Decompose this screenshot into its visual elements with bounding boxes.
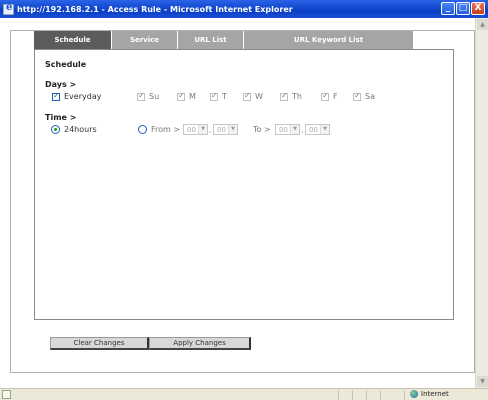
minimize-button[interactable]: _ xyxy=(441,2,455,15)
time-label: Time > xyxy=(45,113,77,122)
tab-service[interactable]: Service xyxy=(112,31,178,49)
status-divider xyxy=(338,390,339,400)
from-minute-value: 00 xyxy=(217,125,226,134)
to-minute-select[interactable]: 00 ▼ xyxy=(305,124,330,135)
maximize-button[interactable]: □ xyxy=(456,2,470,15)
ie-icon xyxy=(3,2,14,15)
label-tuesday: T xyxy=(222,92,227,101)
vertical-scrollbar[interactable]: ▲ ▼ xyxy=(475,18,488,388)
to-minute-value: 00 xyxy=(309,125,318,134)
tab-url-list[interactable]: URL List xyxy=(178,31,244,49)
label-saturday: Sa xyxy=(365,92,375,101)
checkbox-everyday[interactable] xyxy=(52,91,60,101)
chevron-down-icon: ▼ xyxy=(290,125,299,134)
label-to: To > xyxy=(253,125,271,134)
status-divider xyxy=(404,390,405,400)
label-monday: M xyxy=(189,92,196,101)
checkbox-saturday[interactable] xyxy=(353,91,361,101)
radio-24hours[interactable] xyxy=(51,125,60,134)
radio-from[interactable] xyxy=(138,125,147,134)
label-thursday: Th xyxy=(292,92,302,101)
from-separator: , xyxy=(209,125,212,134)
close-button[interactable]: X xyxy=(471,2,485,15)
window-titlebar[interactable]: http://192.168.2.1 - Access Rule - Micro… xyxy=(0,0,488,18)
label-everyday: Everyday xyxy=(64,92,102,101)
checkbox-thursday[interactable] xyxy=(280,91,288,101)
label-24hours: 24hours xyxy=(64,125,97,134)
scroll-down-icon[interactable]: ▼ xyxy=(477,376,488,387)
window-controls: _ □ X xyxy=(441,2,485,15)
status-divider xyxy=(380,390,381,400)
to-separator: , xyxy=(301,125,304,134)
status-divider xyxy=(366,390,367,400)
label-wednesday: W xyxy=(255,92,263,101)
globe-icon xyxy=(410,390,418,398)
checkbox-monday[interactable] xyxy=(177,91,185,101)
tab-url-keyword-list[interactable]: URL Keyword List xyxy=(244,31,414,49)
chevron-down-icon: ▼ xyxy=(198,125,207,134)
label-friday: F xyxy=(333,92,338,101)
scroll-up-icon[interactable]: ▲ xyxy=(477,19,488,30)
checkbox-friday[interactable] xyxy=(321,91,329,101)
clear-changes-button[interactable]: Clear Changes xyxy=(50,337,149,350)
status-bar: Internet xyxy=(0,388,488,400)
to-hour-value: 00 xyxy=(279,125,288,134)
to-hour-select[interactable]: 00 ▼ xyxy=(275,124,300,135)
checkbox-sunday[interactable] xyxy=(137,91,145,101)
tab-bar: Schedule Service URL List URL Keyword Li… xyxy=(34,31,414,49)
schedule-panel: Schedule Days > Everyday Su M T W Th F S… xyxy=(34,49,454,320)
section-title: Schedule xyxy=(45,60,87,69)
from-minute-select[interactable]: 00 ▼ xyxy=(213,124,238,135)
tab-schedule[interactable]: Schedule xyxy=(34,31,112,49)
chevron-down-icon: ▼ xyxy=(228,125,237,134)
apply-changes-button[interactable]: Apply Changes xyxy=(149,337,251,350)
from-hour-select[interactable]: 00 ▼ xyxy=(183,124,208,135)
days-label: Days > xyxy=(45,80,77,89)
checkbox-tuesday[interactable] xyxy=(210,91,218,101)
window-title: http://192.168.2.1 - Access Rule - Micro… xyxy=(17,4,293,14)
chevron-down-icon: ▼ xyxy=(320,125,329,134)
page-icon xyxy=(2,390,11,399)
checkbox-wednesday[interactable] xyxy=(243,91,251,101)
label-sunday: Su xyxy=(149,92,160,101)
label-from: From > xyxy=(151,125,181,134)
status-divider xyxy=(352,390,353,400)
from-hour-value: 00 xyxy=(187,125,196,134)
action-bar: Clear Changes Apply Changes xyxy=(50,337,251,350)
security-zone: Internet xyxy=(410,390,449,398)
zone-label: Internet xyxy=(421,390,449,398)
